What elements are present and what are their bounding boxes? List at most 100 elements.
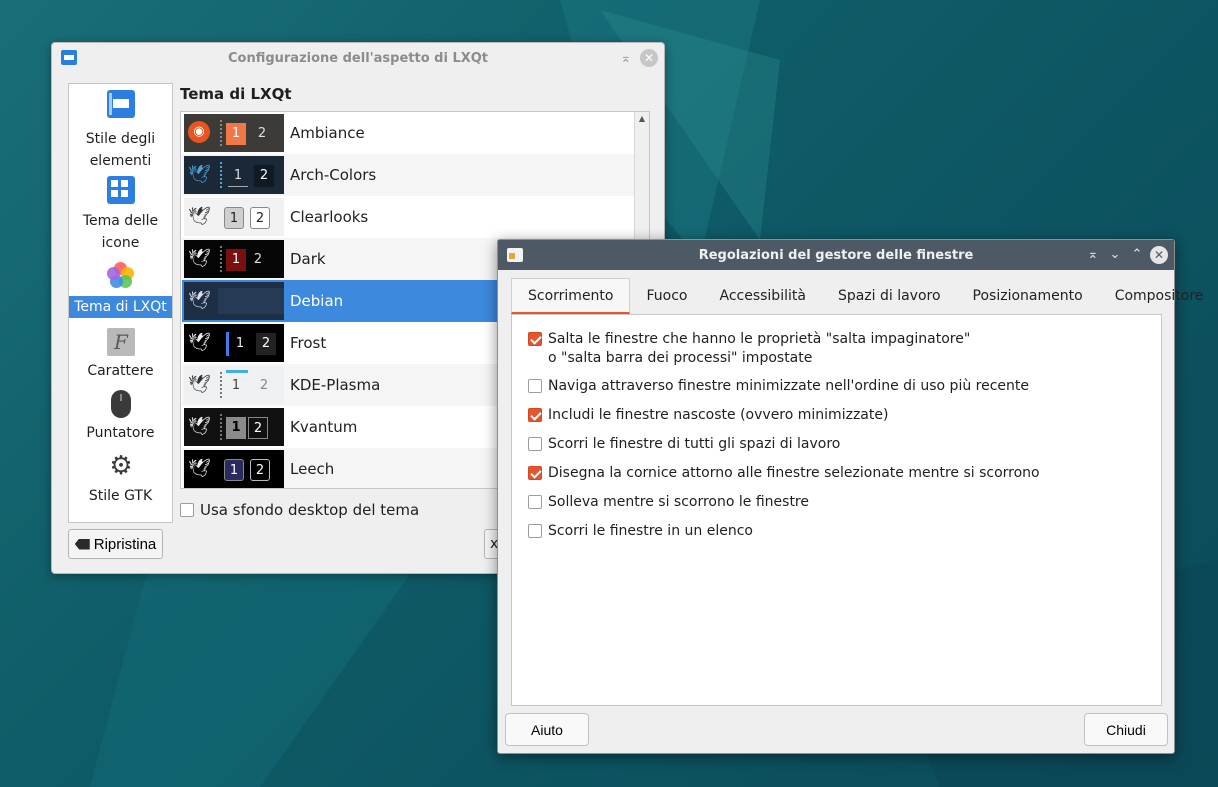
desktop-number: 1 [226,123,246,145]
theme-preview: 🕊 1 2 [184,198,284,236]
theme-preview: 🕊 1 2 [184,366,284,404]
wm-settings-window: Regolazioni del gestore delle finestre ⌅… [497,239,1203,754]
option-raise-while-cycling[interactable]: Solleva mentre si scorrono le finestre [528,493,809,512]
help-button[interactable]: Aiuto [505,713,589,746]
sidebar-list: Stile degli elementi Tema delle icone Te… [68,83,173,523]
desktop-number: 1 [226,417,246,439]
theme-heading: Tema di LXQt [180,85,292,103]
gear-icon: ⚙ [109,451,133,481]
option-label: Naviga attraverso finestre minimizzate n… [548,378,1030,394]
lxqt-theme-icon [107,262,135,290]
sidebar-item-font[interactable]: F Carattere [69,328,172,384]
sidebar-item-gtk-style[interactable]: ⚙ Stile GTK [69,452,172,508]
option-label: Solleva mentre si scorrono le finestre [548,494,809,510]
tab-scrolling[interactable]: Scorrimento [511,278,631,314]
font-icon: F [107,328,135,356]
active-marker [226,370,248,373]
close-button[interactable]: Chiudi [1084,713,1168,746]
reset-button[interactable]: Ripristina [68,529,163,559]
option-label: Salta le finestre che hanno le proprietà… [548,330,970,368]
tab-accessibility[interactable]: Accessibilità [703,278,821,314]
clear-icon [74,538,90,550]
reset-button-label: Ripristina [93,535,157,553]
theme-name: Frost [290,334,327,352]
close-icon[interactable]: ✕ [640,49,658,67]
theme-name: Clearlooks [290,208,369,226]
checkbox-box[interactable] [528,524,542,538]
option-draw-frame[interactable]: Disegna la cornice attorno alle finestre… [528,464,1040,483]
sidebar-item-icon-theme[interactable]: Tema delle icone [69,176,172,256]
keep-above-icon[interactable]: ⌅ [1084,246,1102,264]
tab-bar: Scorrimento Fuoco Accessibilità Spazi di… [511,278,1203,314]
theme-row-clearlooks[interactable]: 🕊 1 2 Clearlooks [182,196,634,238]
window-title: Regolazioni del gestore delle finestre [698,247,974,263]
dove-icon: 🕊 [188,374,211,395]
desktop-number: 2 [257,126,267,141]
minimize-icon[interactable]: ⌄ [1106,246,1124,264]
theme-name: Kvantum [290,418,358,436]
option-label: Includi le finestre nascoste (ovvero min… [548,407,889,423]
theme-preview: ◉ 1 2 [184,114,284,152]
desktop-number: 2 [248,417,268,439]
tab-compositor[interactable]: Compositore [1099,278,1218,314]
theme-row-arch-colors[interactable]: 🕊 1 2 Arch-Colors [182,154,634,196]
checkbox-box[interactable] [528,332,542,346]
checkbox-box[interactable] [528,408,542,422]
option-include-hidden[interactable]: Includi le finestre nascoste (ovvero min… [528,406,888,425]
active-marker [226,332,229,356]
separator [220,120,222,146]
maximize-icon[interactable]: ⌅ [617,49,635,67]
appearance-titlebar[interactable]: Configurazione dell'aspetto di LXQt ⌅ ✕ [52,43,664,73]
option-all-workspaces[interactable]: Scorri le finestre di tutti gli spazi di… [528,435,840,454]
option-label-line: Salta le finestre che hanno le proprietà… [548,331,971,347]
window-app-icon [507,248,523,262]
theme-name: Ambiance [290,124,365,142]
maximize-icon[interactable]: ⌃ [1128,246,1146,264]
dove-icon: 🕊 [188,206,211,227]
window-app-icon [61,50,77,65]
sidebar-item-label: Stile GTK [88,488,153,504]
option-skip-pager[interactable]: Salta le finestre che hanno le proprietà… [528,330,970,368]
tab-placement[interactable]: Posizionamento [957,278,1099,314]
tab-focus[interactable]: Fuoco [630,278,703,314]
wm-titlebar[interactable]: Regolazioni del gestore delle finestre ⌅… [498,240,1174,270]
theme-name: Leech [290,460,335,478]
dove-icon: 🕊 [188,416,211,437]
theme-preview: 🕊 1 2 [184,240,284,278]
sidebar-item-lxqt-theme[interactable]: Tema di LXQt [69,262,172,320]
desktop-number: 1 [224,207,244,229]
dove-icon: 🕊 [188,290,211,311]
sidebar-item-label: Stile degli elementi [85,131,156,169]
theme-row-ambiance[interactable]: ◉ 1 2 Ambiance [182,112,634,154]
theme-preview: 🕊 1 2 [184,156,284,194]
separator [220,246,222,272]
checkbox-box[interactable] [528,379,542,393]
theme-name: KDE-Plasma [290,376,381,394]
desktop-number: 1 [235,336,245,351]
desktop-number: 2 [253,252,263,267]
desktop-number: 2 [250,207,270,229]
close-icon[interactable]: ✕ [1150,246,1168,264]
option-label: Scorri le finestre in un elenco [548,523,753,539]
option-label: Scorri le finestre di tutti gli spazi di… [548,436,841,452]
use-theme-wallpaper-checkbox[interactable]: Usa sfondo desktop del tema [180,501,419,519]
panel-preview [218,288,284,314]
checkbox-box[interactable] [528,495,542,509]
theme-preview: 🕊 1 2 [184,450,284,488]
option-mru-minimized[interactable]: Naviga attraverso finestre minimizzate n… [528,377,1029,396]
dove-icon: 🕊 [188,248,211,269]
checkbox-box[interactable] [528,466,542,480]
theme-preview: 🕊 1 2 [184,408,284,446]
scroll-up-arrow-icon[interactable]: ▲ [637,114,647,124]
desktop-number: 2 [250,459,270,481]
tab-workspaces[interactable]: Spazi di lavoro [822,278,957,314]
sidebar-item-pointer[interactable]: Puntatore [69,390,172,446]
checkbox-box[interactable] [528,437,542,451]
option-cycle-list[interactable]: Scorri le finestre in un elenco [528,522,753,541]
checkbox-box[interactable] [180,503,194,517]
window-title: Configurazione dell'aspetto di LXQt [227,50,489,66]
desktop-number: 2 [259,378,269,393]
sidebar-item-label: Tema delle icone [82,213,159,251]
sidebar-item-widget-style[interactable]: Stile degli elementi [69,90,172,170]
dove-icon: 🕊 [188,458,211,479]
